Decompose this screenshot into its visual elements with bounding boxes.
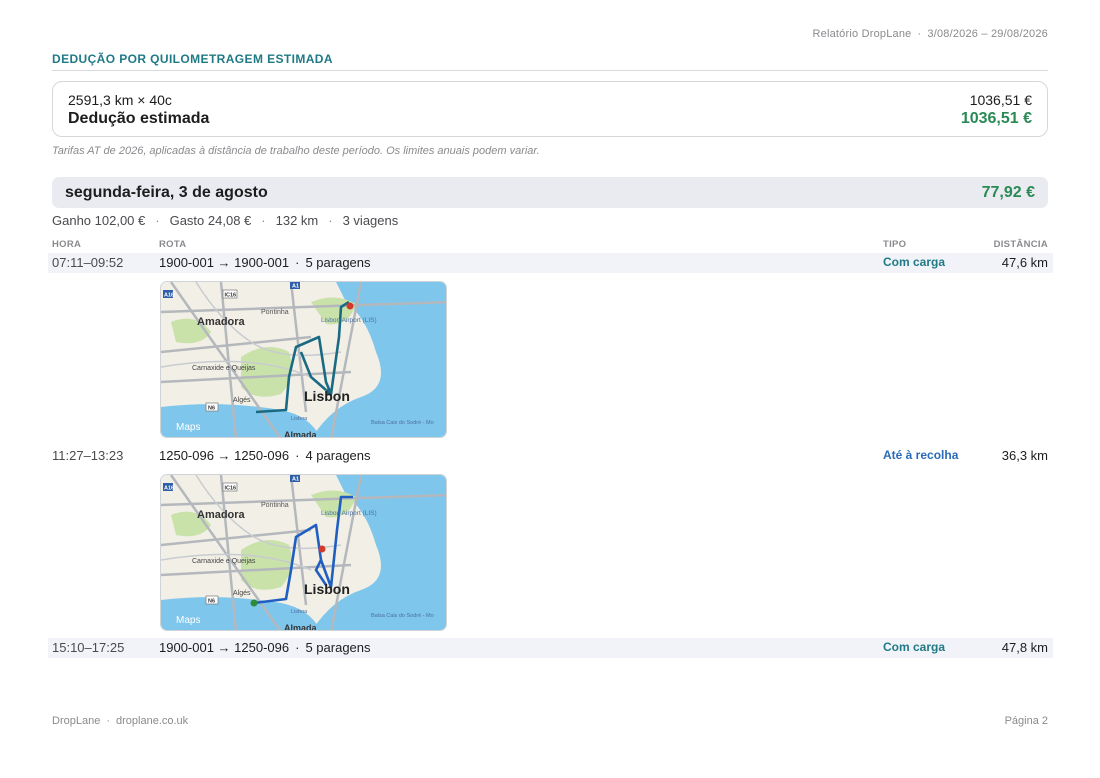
- page-number: Página 2: [1004, 715, 1048, 727]
- trip-route: 1250-096 → 1250-096 · 4 paragens: [159, 448, 371, 463]
- day-amount: 77,92 €: [981, 183, 1035, 201]
- trip-time: 15:10–17:25: [52, 640, 125, 655]
- deduction-label: Dedução estimada: [68, 110, 210, 127]
- report-header: Relatório DropLane · 3/08/2026 – 29/08/202…: [813, 28, 1049, 40]
- route-map-svg: Amadora Pontinha Lisbon Airport (LIS) Ca…: [161, 475, 446, 631]
- day-spent: Gasto 24,08 €: [169, 213, 252, 228]
- report-period: 3/08/2026 – 29/08/2026: [927, 28, 1048, 40]
- calculation-row: 2591,3 km × 40c 1036,51 €: [68, 92, 1032, 108]
- map-label: Lisbon: [304, 388, 350, 404]
- road-shield-n6: N6: [208, 406, 215, 412]
- trip-map[interactable]: Amadora Pontinha Lisbon Airport (LIS) Ca…: [160, 474, 447, 631]
- map-label: Pontinha: [261, 502, 289, 509]
- road-shield-ic16: IC16: [225, 293, 237, 299]
- stats-separator: ·: [328, 213, 333, 228]
- route-map-svg: Amadora Pontinha Lisbon Airport (LIS) Ca…: [161, 282, 446, 438]
- route-separator: ·: [295, 255, 300, 270]
- trip-stops: 4 paragens: [305, 448, 371, 463]
- report-name: Relatório DropLane: [812, 28, 912, 40]
- day-trip-count: 3 viagens: [342, 213, 399, 228]
- column-header-type: TIPO: [883, 239, 907, 250]
- map-label: Lisbon: [304, 581, 350, 597]
- map-label: Almada: [284, 430, 318, 438]
- route-separator: ·: [295, 448, 300, 463]
- column-header-time: HORA: [52, 239, 82, 250]
- trip-type: Até à recolha: [883, 448, 959, 462]
- map-label: Amadora: [197, 509, 246, 521]
- trip-type: Com carga: [883, 640, 946, 654]
- road-shield-a1: A1: [292, 284, 299, 290]
- map-label: Lisbon Airport (LIS): [321, 317, 377, 324]
- map-label: Pontinha: [261, 309, 289, 316]
- road-shield-a16: A16: [164, 486, 174, 492]
- map-label: Lisbon Airport (LIS): [321, 510, 377, 517]
- map-label: Lisboa: [291, 609, 308, 615]
- calculation-label: 2591,3 km × 40c: [68, 92, 172, 108]
- day-title: segunda-feira, 3 de agosto: [65, 183, 268, 201]
- trip-row[interactable]: 11:27–13:23 1250-096 → 1250-096 · 4 parage…: [48, 446, 1053, 466]
- trip-distance: 36,3 km: [1001, 448, 1048, 463]
- column-header-route: ROTA: [159, 239, 187, 250]
- map-label: Lisboa: [291, 416, 308, 422]
- tariff-note: Tarifas AT de 2026, aplicadas à distânci…: [52, 145, 540, 157]
- trip-route-codes: 1900-001 → 1900-001: [159, 255, 290, 270]
- map-label: Balsa Cais do Sodré - Mo: [371, 613, 434, 619]
- deduction-value: 1036,51 €: [960, 110, 1032, 127]
- map-label: Algés: [233, 397, 251, 404]
- calculation-value: 1036,51 €: [969, 92, 1032, 108]
- footer-brand-name: DropLane: [52, 715, 101, 727]
- road-shield-n6: N6: [208, 599, 215, 605]
- trip-row[interactable]: 15:10–17:25 1900-001 → 1250-096 · 5 parage…: [48, 638, 1053, 658]
- trip-route: 1900-001 → 1250-096 · 5 paragens: [159, 640, 371, 655]
- header-separator: ·: [917, 28, 922, 40]
- section-title: DEDUÇÃO POR QUILOMETRAGEM ESTIMADA: [52, 52, 1048, 71]
- trip-stops: 5 paragens: [305, 255, 371, 270]
- map-label: Carnaxide e Queijas: [192, 558, 256, 565]
- trip-route-codes: 1900-001 → 1250-096: [159, 640, 290, 655]
- map-label: Algés: [233, 590, 251, 597]
- trip-route: 1900-001 → 1900-001 · 5 paragens: [159, 255, 371, 270]
- footer-site-link[interactable]: droplane.co.uk: [116, 715, 188, 727]
- deduction-row: Dedução estimada 1036,51 €: [68, 110, 1032, 128]
- day-distance: 132 km: [275, 213, 319, 228]
- road-shield-a1: A1: [292, 477, 299, 483]
- trip-row[interactable]: 07:11–09:52 1900-001 → 1900-001 · 5 parage…: [48, 253, 1053, 273]
- trip-type: Com carga: [883, 255, 946, 269]
- trip-distance: 47,8 km: [1001, 640, 1048, 655]
- trip-route-codes: 1250-096 → 1250-096: [159, 448, 290, 463]
- map-label: Almada: [284, 623, 318, 631]
- day-header: segunda-feira, 3 de agosto 77,92 €: [52, 177, 1048, 208]
- trip-map[interactable]: Amadora Pontinha Lisbon Airport (LIS) Ca…: [160, 281, 447, 438]
- map-label: Balsa Cais do Sodré - Mo: [371, 420, 434, 426]
- footer-separator: ·: [106, 715, 110, 727]
- map-label: Carnaxide e Queijas: [192, 365, 256, 372]
- day-stats: Ganho 102,00 € · Gasto 24,08 € · 132 km · 3 vi…: [52, 213, 398, 228]
- trip-time: 11:27–13:23: [52, 448, 124, 463]
- day-earned: Ganho 102,00 €: [52, 213, 146, 228]
- road-shield-a16: A16: [164, 293, 174, 299]
- stats-separator: ·: [155, 213, 160, 228]
- trip-distance: 47,6 km: [1001, 255, 1048, 270]
- road-shield-ic16: IC16: [225, 486, 237, 492]
- trip-stops: 5 paragens: [305, 640, 371, 655]
- deduction-summary-card: 2591,3 km × 40c 1036,51 € Dedução estima…: [52, 81, 1048, 137]
- stats-separator: ·: [261, 213, 266, 228]
- maps-brand-label: Maps: [176, 615, 200, 626]
- footer-brand: DropLane · droplane.co.uk: [52, 715, 188, 727]
- maps-brand-label: Maps: [176, 422, 200, 433]
- trip-time: 07:11–09:52: [52, 255, 124, 270]
- column-header-distance: DISTÂNCIA: [993, 239, 1048, 250]
- map-label: Amadora: [197, 316, 246, 328]
- route-separator: ·: [295, 640, 300, 655]
